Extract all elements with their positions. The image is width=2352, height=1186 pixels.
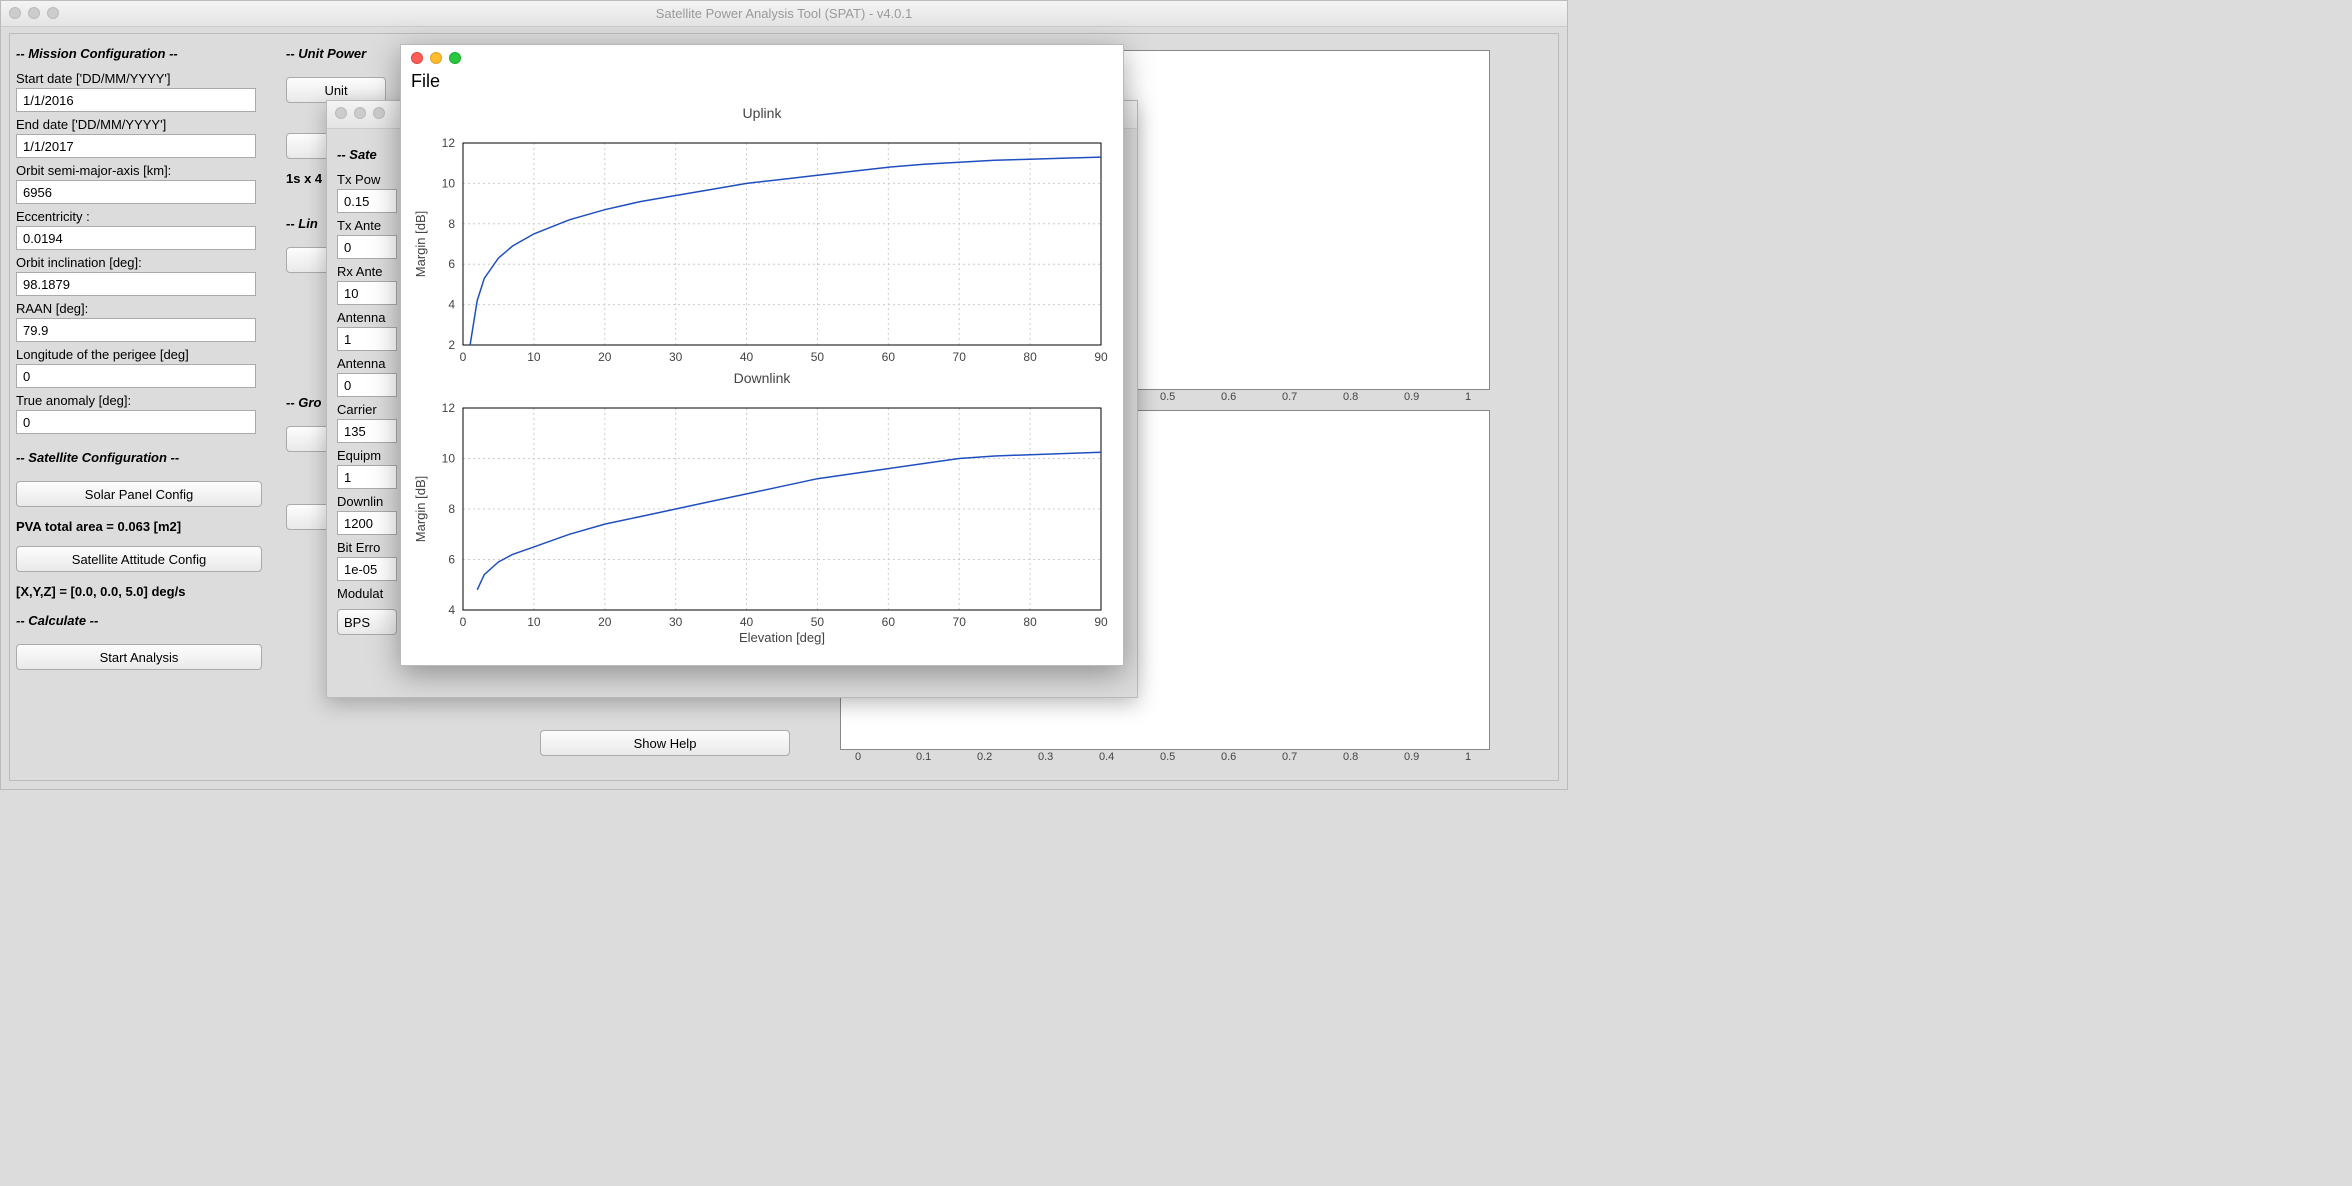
svg-text:70: 70 xyxy=(953,350,967,364)
anomaly-input[interactable] xyxy=(16,410,256,434)
ecc-input[interactable] xyxy=(16,226,256,250)
inc-label: Orbit inclination [deg]: xyxy=(16,255,274,270)
sub-window-controls xyxy=(335,107,385,119)
raan-input[interactable] xyxy=(16,318,256,342)
svg-text:70: 70 xyxy=(953,615,967,629)
ant2-input[interactable] xyxy=(337,373,397,397)
svg-text:90: 90 xyxy=(1094,350,1108,364)
rxant-input[interactable] xyxy=(337,281,397,305)
svg-text:8: 8 xyxy=(448,502,455,516)
sma-input[interactable] xyxy=(16,180,256,204)
svg-text:80: 80 xyxy=(1023,350,1037,364)
end-date-label: End date ['DD/MM/YYYY'] xyxy=(16,117,274,132)
perigee-label: Longitude of the perigee [deg] xyxy=(16,347,274,362)
close-icon[interactable] xyxy=(9,7,21,19)
svg-text:Elevation [deg]: Elevation [deg] xyxy=(739,630,825,645)
svg-text:40: 40 xyxy=(740,615,754,629)
chart-body: Uplink010203040506070809024681012Margin … xyxy=(411,105,1113,655)
downlink-chart: Downlink01020304050607080904681012Margin… xyxy=(411,370,1113,635)
svg-text:50: 50 xyxy=(811,615,825,629)
chart-maximize-icon[interactable] xyxy=(449,52,461,64)
svg-text:8: 8 xyxy=(448,217,455,231)
down-input[interactable] xyxy=(337,511,397,535)
sma-label: Orbit semi-major-axis [km]: xyxy=(16,163,274,178)
app-title: Satellite Power Analysis Tool (SPAT) - v… xyxy=(656,6,913,21)
ecc-label: Eccentricity : xyxy=(16,209,274,224)
start-date-label: Start date ['DD/MM/YYYY'] xyxy=(16,71,274,86)
chart-minimize-icon[interactable] xyxy=(430,52,442,64)
svg-text:20: 20 xyxy=(598,615,612,629)
equip-input[interactable] xyxy=(337,465,397,489)
svg-text:20: 20 xyxy=(598,350,612,364)
raan-label: RAAN [deg]: xyxy=(16,301,274,316)
svg-text:10: 10 xyxy=(527,615,541,629)
modulation-select[interactable]: BPS xyxy=(337,609,397,635)
calculate-section-title: -- Calculate -- xyxy=(16,613,274,628)
satcfg-section-title: -- Satellite Configuration -- xyxy=(16,450,274,465)
chart-window: File Uplink010203040506070809024681012Ma… xyxy=(400,44,1124,666)
svg-text:80: 80 xyxy=(1023,615,1037,629)
solar-panel-config-button[interactable]: Solar Panel Config xyxy=(16,481,262,507)
svg-text:12: 12 xyxy=(442,136,456,150)
show-help-button[interactable]: Show Help xyxy=(540,730,790,756)
carrier-input[interactable] xyxy=(337,419,397,443)
svg-text:40: 40 xyxy=(740,350,754,364)
ber-input[interactable] xyxy=(337,557,397,581)
pva-area-text: PVA total area = 0.063 [m2] xyxy=(16,519,274,534)
sub-maximize-icon[interactable] xyxy=(373,107,385,119)
svg-text:30: 30 xyxy=(669,350,683,364)
uplink-chart: Uplink010203040506070809024681012Margin … xyxy=(411,105,1113,370)
xyz-text: [X,Y,Z] = [0.0, 0.0, 5.0] deg/s xyxy=(16,584,274,599)
svg-text:0: 0 xyxy=(460,350,467,364)
txpow-input[interactable] xyxy=(337,189,397,213)
svg-text:50: 50 xyxy=(811,350,825,364)
svg-text:0: 0 xyxy=(460,615,467,629)
perigee-input[interactable] xyxy=(16,364,256,388)
svg-text:4: 4 xyxy=(448,603,455,617)
txant-input[interactable] xyxy=(337,235,397,259)
svg-text:12: 12 xyxy=(442,401,456,415)
svg-text:10: 10 xyxy=(442,452,456,466)
sub-close-icon[interactable] xyxy=(335,107,347,119)
sub-minimize-icon[interactable] xyxy=(354,107,366,119)
svg-text:Margin [dB]: Margin [dB] xyxy=(413,211,428,277)
svg-text:Margin [dB]: Margin [dB] xyxy=(413,476,428,542)
inc-input[interactable] xyxy=(16,272,256,296)
start-analysis-button[interactable]: Start Analysis xyxy=(16,644,262,670)
svg-text:10: 10 xyxy=(527,350,541,364)
mission-config-panel: -- Mission Configuration -- Start date [… xyxy=(10,40,280,774)
svg-text:6: 6 xyxy=(448,257,455,271)
minimize-icon[interactable] xyxy=(28,7,40,19)
svg-text:90: 90 xyxy=(1094,615,1108,629)
main-titlebar: Satellite Power Analysis Tool (SPAT) - v… xyxy=(1,1,1567,27)
svg-text:4: 4 xyxy=(448,298,455,312)
start-date-input[interactable] xyxy=(16,88,256,112)
svg-text:30: 30 xyxy=(669,615,683,629)
svg-text:10: 10 xyxy=(442,176,456,190)
anomaly-label: True anomaly [deg]: xyxy=(16,393,274,408)
svg-text:60: 60 xyxy=(882,615,896,629)
window-controls xyxy=(9,7,59,19)
mission-section-title: -- Mission Configuration -- xyxy=(16,46,274,61)
end-date-input[interactable] xyxy=(16,134,256,158)
svg-text:2: 2 xyxy=(448,338,455,352)
chart-titlebar xyxy=(401,45,1123,69)
svg-text:6: 6 xyxy=(448,553,455,567)
maximize-icon[interactable] xyxy=(47,7,59,19)
file-menu[interactable]: File xyxy=(401,69,1123,98)
ant1-input[interactable] xyxy=(337,327,397,351)
chart-window-controls xyxy=(411,52,461,64)
svg-text:60: 60 xyxy=(882,350,896,364)
attitude-config-button[interactable]: Satellite Attitude Config xyxy=(16,546,262,572)
chart-close-icon[interactable] xyxy=(411,52,423,64)
